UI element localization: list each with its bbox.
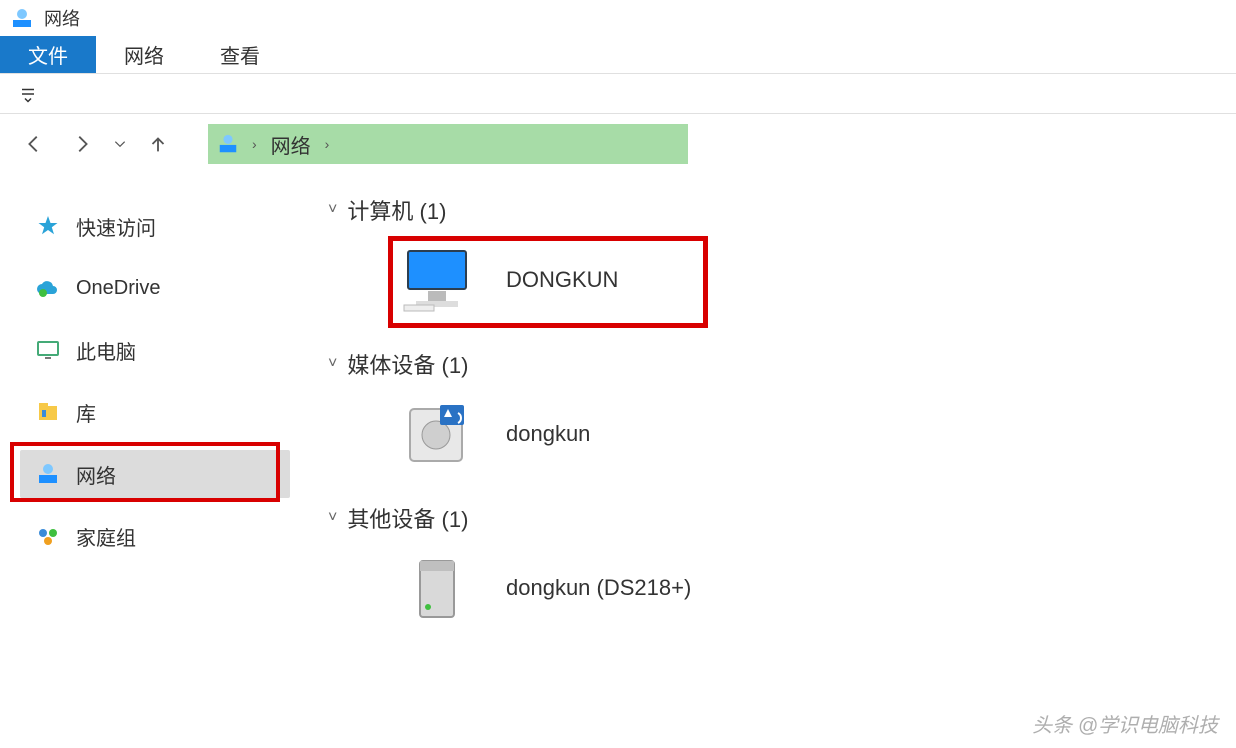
sidebar-item-label: 此电脑 [76, 336, 136, 365]
qat-row [0, 74, 1236, 114]
nav-up-button[interactable] [138, 124, 178, 164]
chevron-down-icon: ˅ [328, 355, 337, 373]
group-other: ˅ 其他设备 (1) dongkun (DS218+) [328, 502, 1216, 636]
ribbon-tabs: 文件 网络 查看 [0, 36, 1236, 74]
address-network-icon [214, 130, 242, 158]
tab-view[interactable]: 查看 [192, 36, 288, 73]
computer-icon [398, 245, 478, 315]
network-title-icon [8, 4, 36, 32]
group-media: ˅ 媒体设备 (1) dongkun [328, 348, 1216, 482]
sidebar-item-libraries[interactable]: 库 [20, 388, 290, 436]
media-device-icon [398, 399, 478, 469]
other-device-item[interactable]: dongkun (DS218+) [388, 540, 1216, 636]
media-device-item[interactable]: dongkun [388, 386, 1216, 482]
address-bar[interactable]: › 网络 › [208, 124, 688, 164]
breadcrumb-chevron-icon[interactable]: › [252, 136, 257, 152]
group-title: 其他设备 (1) [347, 502, 468, 534]
sidebar-item-network[interactable]: 网络 [20, 450, 290, 498]
nav-forward-button[interactable] [62, 124, 102, 164]
chevron-down-icon: ˅ [328, 509, 337, 527]
nav-recent-dropdown[interactable] [110, 124, 130, 164]
nas-device-icon [398, 553, 478, 623]
group-computers: ˅ 计算机 (1) DONGKUN [328, 194, 1216, 328]
sidebar-item-label: 家庭组 [76, 522, 136, 551]
libraries-icon [34, 398, 62, 426]
nav-back-button[interactable] [14, 124, 54, 164]
sidebar-item-quick-access[interactable]: 快速访问 [20, 202, 290, 250]
sidebar-item-label: OneDrive [76, 277, 160, 300]
tab-network[interactable]: 网络 [96, 36, 192, 73]
sidebar-item-label: 网络 [76, 460, 116, 489]
main-area: 快速访问 OneDrive 此电脑 库 网络 [0, 174, 1236, 748]
breadcrumb-chevron-icon[interactable]: › [325, 136, 330, 152]
cloud-icon [34, 274, 62, 302]
group-header-computers[interactable]: ˅ 计算机 (1) [328, 194, 1216, 226]
nav-row: › 网络 › [0, 114, 1236, 174]
item-label: dongkun (DS218+) [506, 575, 691, 601]
qat-customize-icon[interactable] [14, 80, 42, 108]
title-bar: 网络 [0, 0, 1236, 36]
chevron-down-icon: ˅ [328, 201, 337, 219]
homegroup-icon [34, 522, 62, 550]
network-icon [34, 460, 62, 488]
group-title: 计算机 (1) [347, 194, 446, 226]
star-icon [34, 212, 62, 240]
tab-file[interactable]: 文件 [0, 36, 96, 73]
sidebar-item-homegroup[interactable]: 家庭组 [20, 512, 290, 560]
group-header-media[interactable]: ˅ 媒体设备 (1) [328, 348, 1216, 380]
monitor-icon [34, 336, 62, 364]
content-pane: ˅ 计算机 (1) DONGKUN ˅ 媒体设备 (1) [300, 174, 1236, 748]
item-label: DONGKUN [506, 267, 618, 293]
sidebar-item-this-pc[interactable]: 此电脑 [20, 326, 290, 374]
sidebar-item-onedrive[interactable]: OneDrive [20, 264, 290, 312]
window-title: 网络 [44, 5, 80, 31]
group-header-other[interactable]: ˅ 其他设备 (1) [328, 502, 1216, 534]
item-label: dongkun [506, 421, 590, 447]
sidebar-item-label: 快速访问 [76, 212, 156, 241]
breadcrumb-network[interactable]: 网络 [267, 130, 315, 159]
group-title: 媒体设备 (1) [347, 348, 468, 380]
sidebar-item-label: 库 [76, 398, 96, 427]
network-computer-item[interactable]: DONGKUN [388, 232, 1216, 328]
navigation-pane: 快速访问 OneDrive 此电脑 库 网络 [0, 174, 300, 748]
